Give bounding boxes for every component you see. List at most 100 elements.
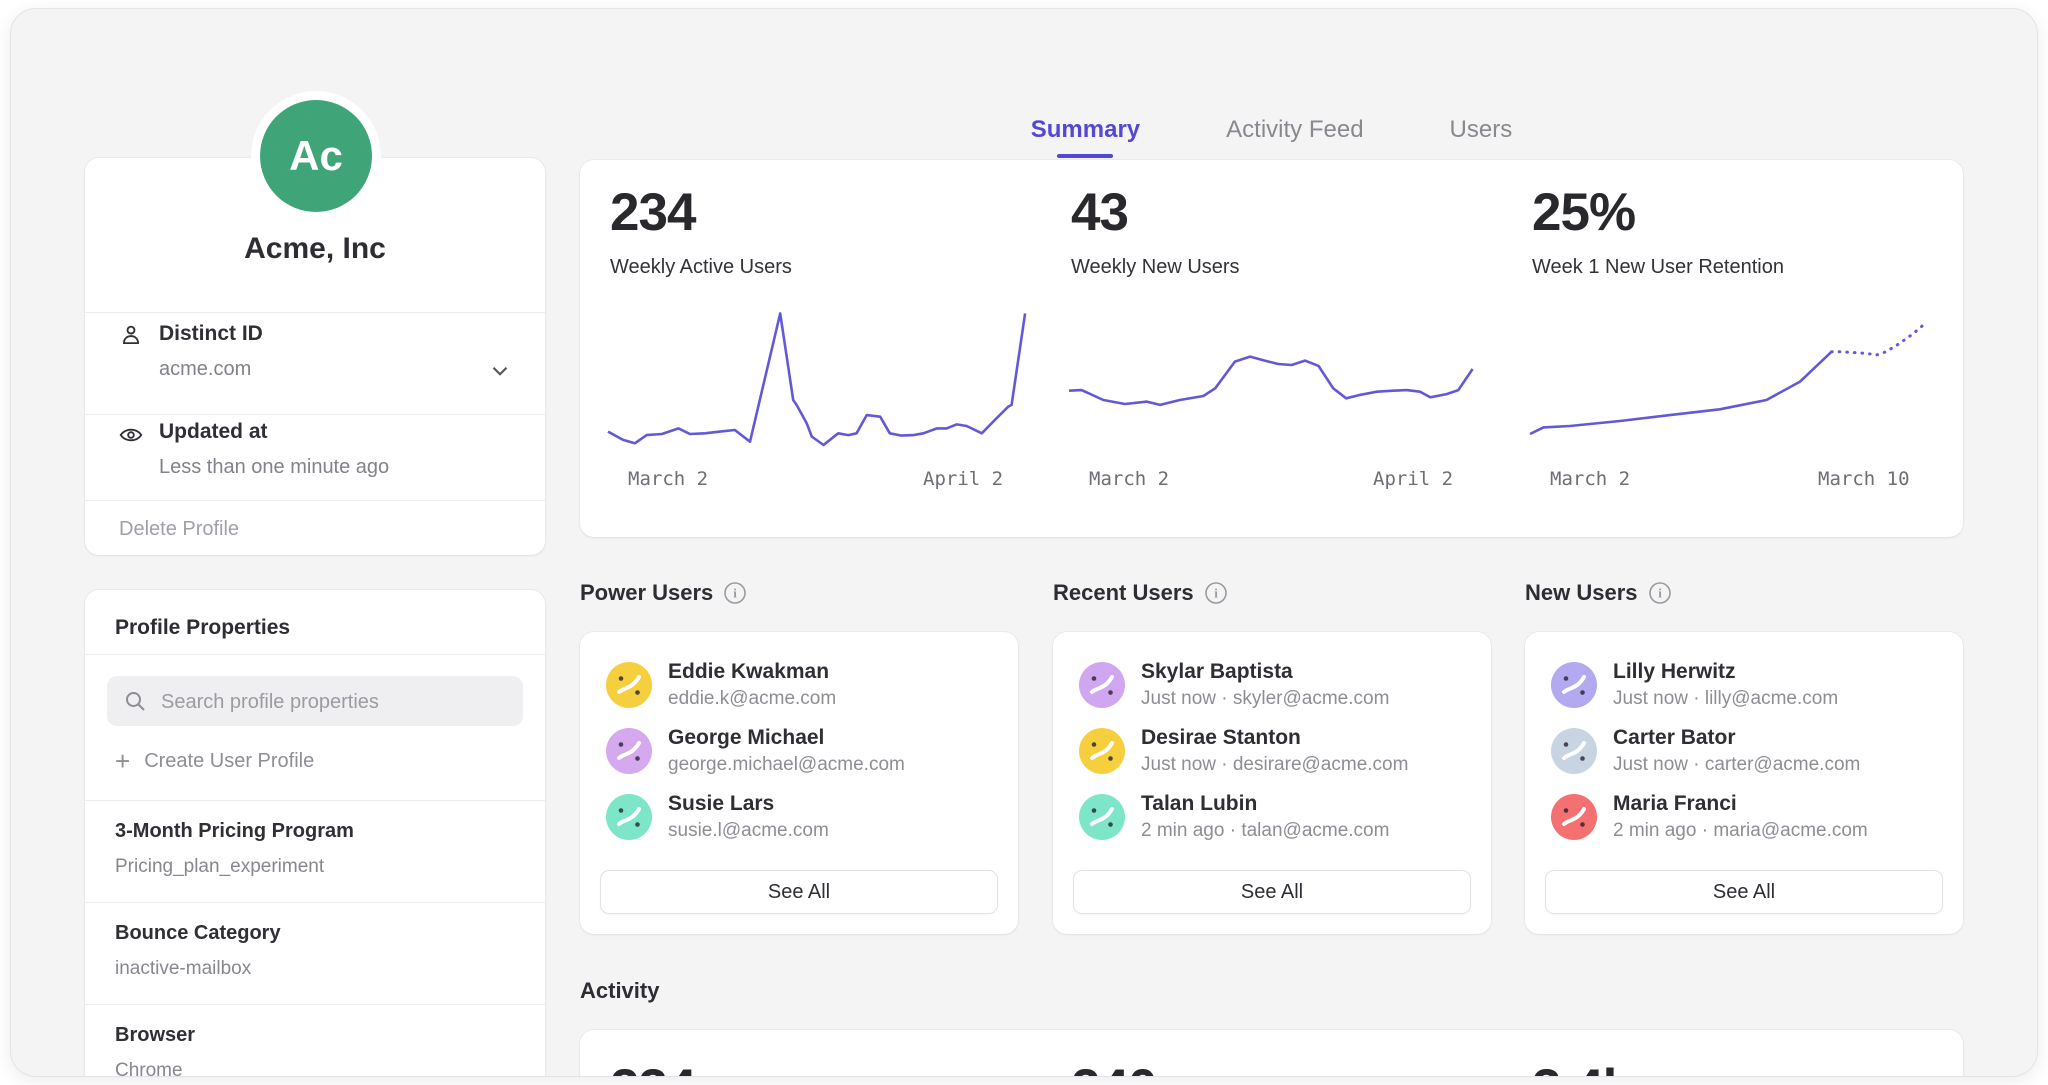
user-name: Skylar Baptista bbox=[1141, 660, 1293, 684]
tab-summary[interactable]: Summary bbox=[1031, 114, 1140, 146]
divider bbox=[85, 414, 545, 415]
x-axis-tick: March 10 bbox=[1818, 468, 1910, 490]
app-window: Ac Acme, Inc Distinct ID acme.com Update… bbox=[10, 8, 2038, 1077]
user-name: Eddie Kwakman bbox=[668, 660, 829, 684]
avatar bbox=[1079, 728, 1125, 774]
company-avatar: Ac bbox=[260, 100, 372, 212]
user-subtext: Just now · lilly@acme.com bbox=[1613, 688, 1838, 710]
see-all-button[interactable]: See All bbox=[600, 870, 998, 914]
face-icon bbox=[606, 662, 652, 708]
face-icon bbox=[606, 794, 652, 840]
property-value: inactive-mailbox bbox=[115, 958, 251, 980]
search-input[interactable] bbox=[159, 676, 513, 728]
info-icon[interactable]: i bbox=[1204, 581, 1228, 605]
list-item[interactable]: Eddie Kwakman eddie.k@acme.com bbox=[606, 662, 998, 714]
power-users-heading: Power Users i bbox=[580, 580, 747, 606]
face-icon bbox=[1551, 662, 1597, 708]
user-name: Talan Lubin bbox=[1141, 792, 1257, 816]
divider bbox=[85, 654, 545, 655]
avatar bbox=[606, 728, 652, 774]
sparkline-chart bbox=[1069, 302, 1489, 450]
avatar bbox=[1551, 728, 1597, 774]
user-name: Lilly Herwitz bbox=[1613, 660, 1736, 684]
list-item[interactable]: Skylar Baptista Just now · skyler@acme.c… bbox=[1079, 662, 1471, 714]
avatar bbox=[606, 794, 652, 840]
list-item[interactable]: Carter Bator Just now · carter@acme.com bbox=[1551, 728, 1943, 780]
face-icon bbox=[1551, 794, 1597, 840]
list-item[interactable]: George Michael george.michael@acme.com bbox=[606, 728, 998, 780]
face-icon bbox=[1079, 728, 1125, 774]
svg-text:i: i bbox=[733, 586, 737, 601]
user-name: Maria Franci bbox=[1613, 792, 1737, 816]
activity-value: 3.4k bbox=[1532, 1058, 1631, 1077]
list-item[interactable]: Talan Lubin 2 min ago · talan@acme.com bbox=[1079, 794, 1471, 846]
stat-weekly-new-users: 43 Weekly New Users March 2 April 2 bbox=[1041, 160, 1502, 537]
recent-users-card: Skylar Baptista Just now · skyler@acme.c… bbox=[1053, 632, 1491, 934]
avatar bbox=[1079, 662, 1125, 708]
user-subtext: susie.l@acme.com bbox=[668, 820, 829, 842]
stat-value: 234 bbox=[610, 182, 695, 243]
activity-value: 234 bbox=[610, 1058, 695, 1077]
user-name: Susie Lars bbox=[668, 792, 774, 816]
section-title: New Users bbox=[1525, 580, 1638, 606]
tab-bar: Summary Activity Feed Users bbox=[580, 114, 1963, 146]
new-users-heading: New Users i bbox=[1525, 580, 1672, 606]
sparkline-chart bbox=[608, 302, 1028, 450]
chevron-down-icon[interactable] bbox=[487, 358, 513, 384]
user-subtext: 2 min ago · maria@acme.com bbox=[1613, 820, 1868, 842]
user-subtext: 2 min ago · talan@acme.com bbox=[1141, 820, 1389, 842]
activity-value: 240 bbox=[1071, 1058, 1156, 1077]
search-profile-properties bbox=[107, 676, 523, 726]
see-all-button[interactable]: See All bbox=[1545, 870, 1943, 914]
x-axis-tick: April 2 bbox=[1373, 468, 1453, 490]
tab-users[interactable]: Users bbox=[1450, 114, 1513, 146]
x-axis-tick: April 2 bbox=[923, 468, 1003, 490]
updated-at-value: Less than one minute ago bbox=[159, 456, 389, 479]
person-icon bbox=[118, 322, 144, 348]
stat-label: Weekly New Users bbox=[1071, 256, 1240, 279]
user-subtext: Just now · carter@acme.com bbox=[1613, 754, 1860, 776]
new-users-card: Lilly Herwitz Just now · lilly@acme.com … bbox=[1525, 632, 1963, 934]
section-title: Recent Users bbox=[1053, 580, 1194, 606]
property-name: 3-Month Pricing Program bbox=[115, 820, 354, 843]
delete-profile-button[interactable]: Delete Profile bbox=[119, 518, 239, 541]
info-icon[interactable]: i bbox=[723, 581, 747, 605]
avatar bbox=[1079, 794, 1125, 840]
profile-properties-card: Profile Properties + Create User Profile… bbox=[85, 590, 545, 1077]
stat-weekly-active-users: 234 Weekly Active Users March 2 April 2 bbox=[580, 160, 1041, 537]
face-icon bbox=[1551, 728, 1597, 774]
activity-heading: Activity bbox=[580, 978, 659, 1004]
stat-value: 43 bbox=[1071, 182, 1128, 243]
property-name: Bounce Category bbox=[115, 922, 281, 945]
profile-properties-title: Profile Properties bbox=[115, 616, 290, 640]
list-item[interactable]: Maria Franci 2 min ago · maria@acme.com bbox=[1551, 794, 1943, 846]
divider bbox=[85, 500, 545, 501]
list-item[interactable]: Desirae Stanton Just now · desirare@acme… bbox=[1079, 728, 1471, 780]
stat-label: Week 1 New User Retention bbox=[1532, 256, 1784, 279]
svg-text:i: i bbox=[1214, 586, 1218, 601]
company-name: Acme, Inc bbox=[85, 232, 545, 266]
info-icon[interactable]: i bbox=[1648, 581, 1672, 605]
user-name: George Michael bbox=[668, 726, 824, 750]
create-user-profile-button[interactable]: + Create User Profile bbox=[115, 748, 314, 774]
stat-value: 25% bbox=[1532, 182, 1635, 243]
updated-at-label: Updated at bbox=[159, 420, 268, 444]
see-all-button[interactable]: See All bbox=[1073, 870, 1471, 914]
recent-users-heading: Recent Users i bbox=[1053, 580, 1228, 606]
list-item[interactable]: Lilly Herwitz Just now · lilly@acme.com bbox=[1551, 662, 1943, 714]
user-subtext: eddie.k@acme.com bbox=[668, 688, 836, 710]
property-value: Pricing_plan_experiment bbox=[115, 856, 324, 878]
summary-stats-card: 234 Weekly Active Users March 2 April 2 … bbox=[580, 160, 1963, 537]
x-axis-tick: March 2 bbox=[1089, 468, 1169, 490]
divider bbox=[85, 1004, 545, 1005]
tab-activity-feed[interactable]: Activity Feed bbox=[1226, 114, 1363, 146]
face-icon bbox=[606, 728, 652, 774]
distinct-id-label: Distinct ID bbox=[159, 322, 263, 346]
list-item[interactable]: Susie Lars susie.l@acme.com bbox=[606, 794, 998, 846]
x-axis-tick: March 2 bbox=[628, 468, 708, 490]
property-value: Chrome bbox=[115, 1060, 183, 1077]
company-avatar-initials: Ac bbox=[289, 132, 343, 180]
x-axis-tick: March 2 bbox=[1550, 468, 1630, 490]
user-name: Carter Bator bbox=[1613, 726, 1736, 750]
user-name: Desirae Stanton bbox=[1141, 726, 1301, 750]
